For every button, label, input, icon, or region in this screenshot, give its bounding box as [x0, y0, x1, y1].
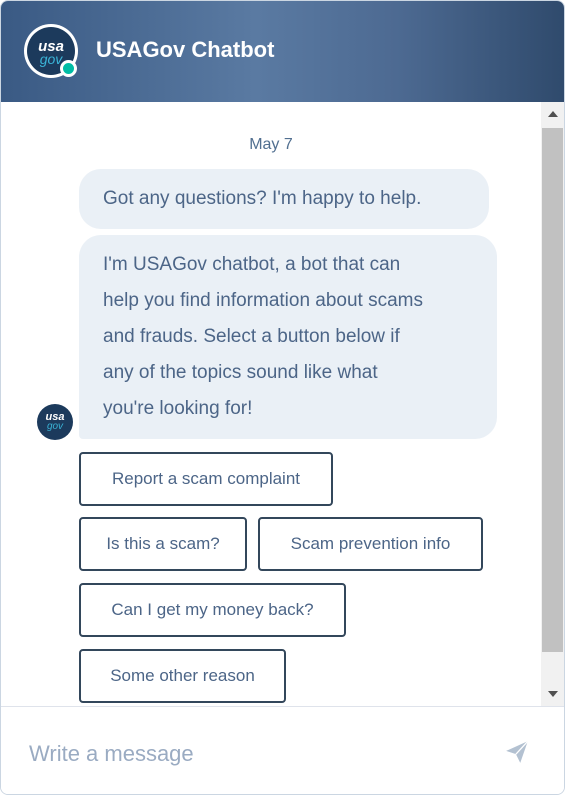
bot-avatar: usa gov — [37, 404, 73, 440]
bot-message: I'm USAGov chatbot, a bot that can help … — [79, 235, 497, 439]
quick-reply-other-reason[interactable]: Some other reason — [79, 649, 286, 703]
online-status-icon — [60, 60, 77, 77]
arrow-down-icon — [548, 691, 558, 697]
message-composer — [1, 706, 564, 794]
chat-header: usa gov USAGov Chatbot — [1, 1, 564, 102]
message-text-line: I'm USAGov chatbot, a bot that can — [103, 254, 401, 275]
quick-reply-report-scam[interactable]: Report a scam complaint — [79, 452, 333, 506]
message-list[interactable]: May 7 Got any questions? I'm happy to he… — [1, 102, 541, 706]
avatar-text-gov: gov — [46, 421, 64, 432]
arrow-up-icon — [548, 111, 558, 117]
scroll-up-button[interactable] — [541, 102, 564, 126]
quick-reply-is-this-scam[interactable]: Is this a scam? — [79, 517, 247, 571]
chat-window: usa gov USAGov Chatbot May 7 Got any que… — [0, 0, 565, 795]
quick-reply-money-back[interactable]: Can I get my money back? — [79, 583, 346, 637]
logo-text-gov: gov — [39, 50, 63, 67]
quick-reply-scam-prevention[interactable]: Scam prevention info — [258, 517, 483, 571]
message-text-line: help you find information about scams — [103, 290, 424, 311]
message-input[interactable] — [29, 737, 479, 771]
scroll-down-button[interactable] — [541, 682, 564, 706]
message-text: Got any questions? I'm happy to help. — [103, 188, 422, 209]
scroll-thumb[interactable] — [542, 128, 563, 652]
bot-message: Got any questions? I'm happy to help. — [79, 169, 489, 229]
message-text-line: you're looking for! — [103, 398, 253, 419]
message-scrollbar[interactable] — [541, 102, 564, 706]
chat-title: USAGov Chatbot — [96, 37, 275, 62]
paper-plane-icon[interactable] — [504, 739, 530, 765]
date-divider: May 7 — [249, 136, 293, 153]
message-text-line: any of the topics sound like what — [103, 362, 378, 383]
message-text-line: and frauds. Select a button below if — [103, 326, 400, 347]
